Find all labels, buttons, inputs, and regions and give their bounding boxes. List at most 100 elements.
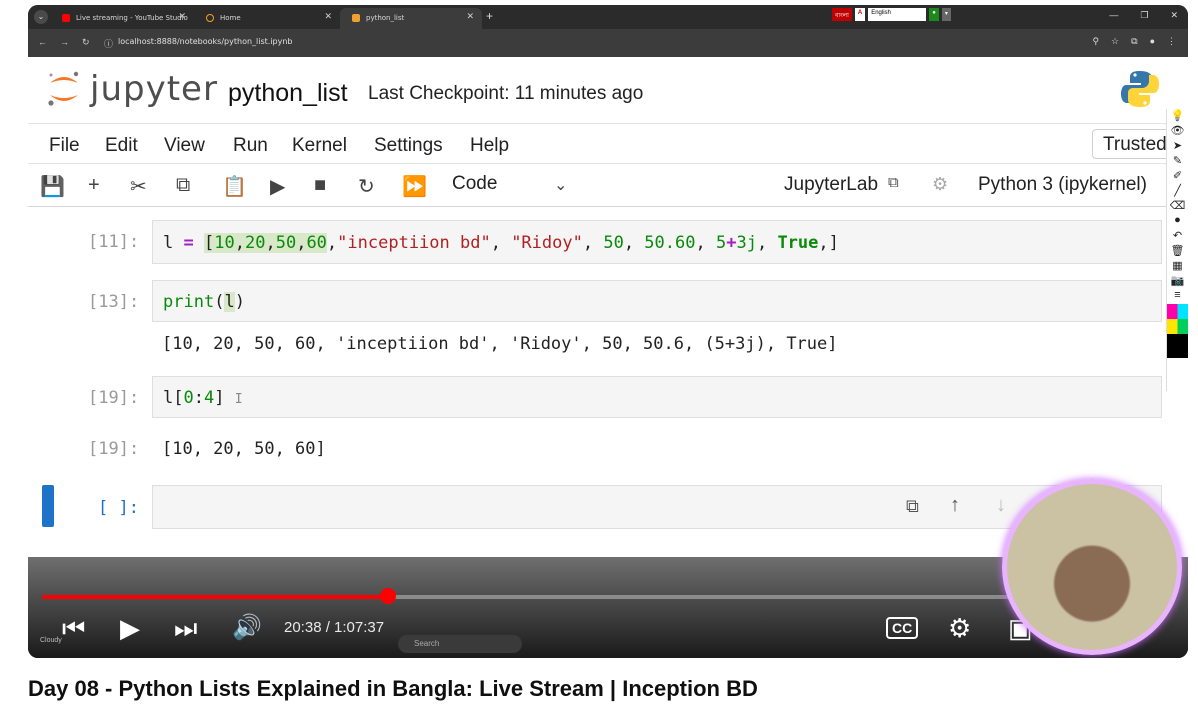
menu-icon[interactable]: ≡ bbox=[1167, 289, 1188, 304]
kernel-name[interactable]: Python 3 (ipykernel) bbox=[978, 174, 1147, 196]
reload-icon[interactable]: ↻ bbox=[82, 37, 90, 48]
copy-icon[interactable]: ⧉ bbox=[176, 174, 190, 197]
close-window-icon[interactable]: ✕ bbox=[1170, 10, 1178, 21]
extensions-icon[interactable]: ⧉ bbox=[1131, 36, 1137, 47]
cell-output: [10, 20, 50, 60, 'inceptiion bd', 'Ridoy… bbox=[162, 334, 838, 354]
forward-icon[interactable]: → bbox=[60, 37, 69, 47]
webcam-overlay bbox=[1002, 479, 1182, 655]
menu-edit[interactable]: Edit bbox=[105, 135, 138, 157]
close-icon[interactable]: ✕ bbox=[178, 12, 186, 22]
video-player[interactable]: ⌄ Live streaming - YouTube Studio ✕ Home… bbox=[28, 5, 1188, 658]
close-icon[interactable]: ✕ bbox=[466, 12, 474, 22]
restart-icon[interactable]: ↻ bbox=[358, 174, 375, 199]
bookmark-star-icon[interactable]: ☆ bbox=[1111, 36, 1119, 47]
active-cell-indicator bbox=[42, 485, 54, 527]
code-cell[interactable]: l[0:4] I bbox=[152, 376, 1162, 418]
close-icon[interactable]: ✕ bbox=[324, 12, 332, 22]
pin-icon[interactable]: ▾ bbox=[941, 8, 951, 21]
youtube-icon bbox=[62, 14, 70, 22]
site-info-icon[interactable]: ⓘ bbox=[104, 37, 113, 50]
eye-icon[interactable]: 👁 bbox=[1167, 124, 1188, 139]
settings-gear-icon[interactable]: ⚙ bbox=[948, 613, 971, 644]
chevron-down-icon[interactable]: ⌄ bbox=[554, 175, 567, 195]
line-icon[interactable]: ╱ bbox=[1167, 184, 1188, 199]
tab-title: Home bbox=[220, 14, 241, 22]
minimize-icon[interactable]: — bbox=[1109, 10, 1118, 21]
menu-view[interactable]: View bbox=[164, 135, 205, 157]
eraser-icon[interactable]: ⌫ bbox=[1167, 199, 1188, 214]
save-icon[interactable]: 💾 bbox=[40, 174, 65, 199]
window-controls: — ❐ ✕ bbox=[1109, 10, 1178, 21]
lightbulb-icon[interactable]: 💡 bbox=[1167, 109, 1188, 124]
menu-kernel[interactable]: Kernel bbox=[292, 135, 347, 157]
notebook-cells: [11]: l = [10,20,50,60,"inceptiion bd", … bbox=[28, 208, 1188, 557]
trash-icon[interactable]: 🗑 bbox=[1167, 244, 1188, 259]
captions-button[interactable]: CC bbox=[886, 617, 919, 639]
code-cell[interactable]: print(l) bbox=[152, 280, 1162, 322]
board-icon[interactable]: ▦ bbox=[1167, 259, 1188, 274]
jupyterlab-link[interactable]: JupyterLab bbox=[784, 174, 878, 196]
color-swatch[interactable] bbox=[1167, 334, 1188, 358]
stop-icon[interactable]: ■ bbox=[314, 174, 326, 197]
camera-icon[interactable]: 📷 bbox=[1167, 274, 1188, 289]
color-swatch[interactable] bbox=[1167, 319, 1188, 334]
profile-icon[interactable]: ● bbox=[1150, 36, 1155, 47]
marker-icon[interactable]: ✐ bbox=[1167, 169, 1188, 184]
cell-type-select[interactable]: Code bbox=[452, 173, 497, 195]
python-logo-icon bbox=[1121, 71, 1159, 107]
tab-home[interactable]: Home ✕ bbox=[194, 8, 340, 29]
run-all-icon[interactable]: ⏩ bbox=[402, 174, 427, 199]
kernel-status-icon: ⚙ bbox=[932, 174, 949, 194]
new-tab-button[interactable]: + bbox=[486, 9, 493, 23]
annotation-toolbar: 💡 👁 ➤ ✎ ✐ ╱ ⌫ ● ↶ 🗑 ▦ 📷 ≡ bbox=[1166, 109, 1188, 391]
add-cell-icon[interactable]: + bbox=[88, 174, 100, 197]
pen-icon[interactable]: ✎ bbox=[1167, 154, 1188, 169]
color-swatch[interactable] bbox=[1167, 304, 1188, 319]
menu-file[interactable]: File bbox=[49, 135, 80, 157]
taskbar-search: Search bbox=[398, 635, 522, 653]
paste-icon[interactable]: 📋 bbox=[222, 174, 247, 199]
cut-icon[interactable]: ✂ bbox=[130, 174, 147, 199]
external-link-icon[interactable]: ⧉ bbox=[888, 174, 899, 191]
pointer-icon[interactable]: ➤ bbox=[1167, 139, 1188, 154]
undo-icon[interactable]: ↶ bbox=[1167, 229, 1188, 244]
zoom-icon[interactable]: ⚲ bbox=[1092, 36, 1099, 47]
menu-run[interactable]: Run bbox=[233, 135, 268, 157]
output-prompt: [19]: bbox=[88, 439, 140, 459]
menu-help[interactable]: Help bbox=[470, 135, 509, 157]
cell-prompt: [ ]: bbox=[98, 498, 139, 518]
code-cell[interactable]: l = [10,20,50,60,"inceptiion bd", "Ridoy… bbox=[152, 220, 1162, 264]
code-cell-active[interactable] bbox=[152, 485, 1162, 529]
globe-icon[interactable]: ● bbox=[929, 8, 939, 21]
dot-icon[interactable]: ● bbox=[1167, 214, 1188, 229]
cell-prompt: [11]: bbox=[88, 232, 140, 252]
tab-search-button[interactable]: ⌄ bbox=[34, 10, 48, 24]
run-icon[interactable]: ▶ bbox=[270, 174, 285, 199]
restore-icon[interactable]: ❐ bbox=[1140, 10, 1148, 21]
back-icon[interactable]: ← bbox=[38, 37, 47, 47]
next-icon[interactable]: ⏭ bbox=[174, 613, 197, 645]
more-icon[interactable]: ⋮ bbox=[1167, 36, 1176, 47]
volume-icon[interactable]: 🔊 bbox=[232, 613, 262, 642]
jupyter-tab-icon bbox=[206, 14, 214, 22]
tab-title: python_list bbox=[366, 14, 405, 22]
notebook-toolbar: 💾 + ✂ ⧉ 📋 ▶ ■ ↻ ⏩ Code ⌄ JupyterLab ⧉ ⚙ … bbox=[28, 163, 1188, 207]
url-field[interactable]: localhost:8888/notebooks/python_list.ipy… bbox=[118, 37, 293, 46]
tab-python-list[interactable]: python_list ✕ bbox=[340, 8, 482, 29]
duplicate-cell-icon[interactable]: ⧉ bbox=[906, 496, 919, 517]
video-time: 20:38 / 1:07:37 bbox=[284, 619, 385, 636]
language-select[interactable]: English bbox=[868, 8, 927, 21]
move-up-icon[interactable]: ↑ bbox=[950, 494, 960, 517]
jupyter-header: jupyter python_list Last Checkpoint: 11 … bbox=[28, 57, 1188, 123]
address-bar: ← → ↻ ⓘ localhost:8888/notebooks/python_… bbox=[28, 29, 1188, 57]
video-title: Day 08 - Python Lists Explained in Bangl… bbox=[28, 676, 758, 701]
notebook-name[interactable]: python_list bbox=[228, 79, 348, 108]
play-icon[interactable]: ▶ bbox=[120, 613, 140, 644]
cell-prompt: [13]: bbox=[88, 292, 140, 312]
tab-youtube-studio[interactable]: Live streaming - YouTube Studio ✕ bbox=[50, 8, 194, 29]
keyboard-icon[interactable]: A bbox=[854, 8, 866, 21]
menu-settings[interactable]: Settings bbox=[374, 135, 443, 157]
language-label: বাংলা bbox=[832, 8, 852, 21]
previous-icon[interactable]: ⏮ bbox=[62, 613, 85, 645]
move-down-icon[interactable]: ↓ bbox=[996, 494, 1006, 517]
